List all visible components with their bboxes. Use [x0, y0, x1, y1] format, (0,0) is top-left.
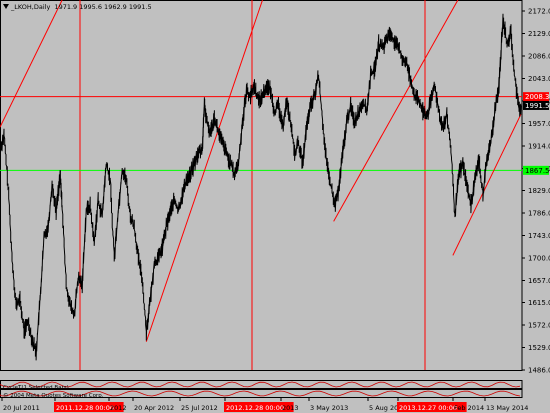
time-axis: 20 Jul 2011 2011.12.28 00:002012 20 Apr 20… [1, 398, 528, 412]
symbol-label: _LKOH,Daily [11, 3, 51, 11]
y-tick-label: 2172.0 [528, 7, 550, 15]
x-tick-label: 20 Apr 2012 [134, 404, 174, 412]
plot-frame [0, 0, 523, 371]
chart-header: _LKOH,Daily 1971.9 1995.6 1962.9 1991.5 [3, 3, 152, 11]
y-tick-label: 1786.0 [528, 209, 550, 217]
x-tick-label: 2013 [282, 404, 299, 412]
x-tick-label: 13 May 2014 [486, 404, 528, 412]
x-tick-label: Feb 2014 [454, 404, 484, 412]
ohlc-readout: 1971.9 1995.6 1962.9 1991.5 [54, 3, 152, 11]
y-tick-label: 1957.0 [528, 120, 550, 128]
last-price-label: 1991.5 [525, 102, 550, 110]
trend-line [452, 113, 522, 256]
price-series [0, 13, 522, 361]
y-tick-label: 2086.0 [528, 52, 550, 60]
red-level-tag-label: 2008.3 [525, 93, 550, 101]
trend-line [0, 0, 63, 128]
y-tick-label: 1615.0 [528, 299, 550, 307]
horizontal-levels [0, 96, 522, 171]
price-axis: 2172.02129.02086.02043.02000.01957.01914… [522, 7, 550, 375]
x-tick-label: 2011.12.28 00:00 [56, 404, 114, 412]
price-line [0, 13, 522, 361]
indicator-label-2: © 2004 Meta Quotes Software Corp. [3, 393, 104, 399]
y-tick-label: 1914.0 [528, 143, 550, 151]
green-level-tag-label: 1867.5 [525, 167, 550, 175]
trend-line [145, 0, 263, 342]
price-tags: 2008.3 1867.5 1991.5 [523, 92, 550, 175]
indicator-panel-1 [0, 380, 523, 389]
indicator-scale [523, 381, 549, 397]
y-tick-label: 1529.0 [528, 344, 550, 352]
chevron-down-icon[interactable] [3, 4, 9, 9]
y-tick-label: 1700.0 [528, 255, 550, 263]
vertical-markers [79, 0, 426, 370]
x-tick-label: 2012 [110, 404, 127, 412]
y-tick-label: 1829.0 [528, 187, 550, 195]
y-tick-label: 1657.0 [528, 277, 550, 285]
x-tick-label: 2013.12.27 00:00 [399, 404, 457, 412]
y-tick-label: 2129.0 [528, 30, 550, 38]
y-tick-label: 1572.0 [528, 321, 550, 329]
x-tick-label: 20 Jul 2011 [3, 404, 40, 412]
indicator-label-1: CycleT(1,Selected Bars) [3, 385, 69, 391]
price-chart[interactable]: 2172.02129.02086.02043.02000.01957.01914… [0, 0, 550, 413]
y-tick-label: 1486.0 [528, 367, 550, 375]
grid [0, 0, 523, 371]
x-tick-label: 25 Jul 2012 [181, 404, 218, 412]
y-tick-label: 2043.0 [528, 75, 550, 83]
y-tick-label: 1743.0 [528, 232, 550, 240]
x-tick-label: 3 May 2013 [310, 404, 348, 412]
trend-lines [0, 0, 522, 342]
x-tick-label: 2012.12.28 00:00 [226, 404, 284, 412]
chart-window[interactable]: 2172.02129.02086.02043.02000.01957.01914… [0, 0, 550, 413]
